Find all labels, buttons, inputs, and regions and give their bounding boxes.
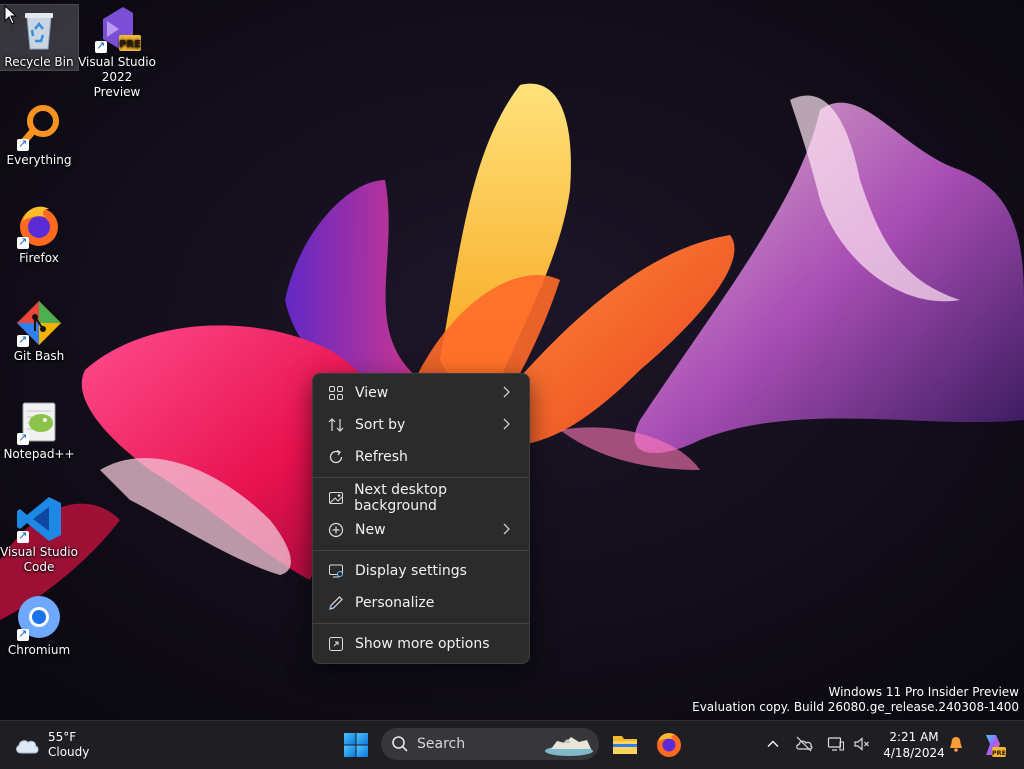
chromium-icon (15, 593, 63, 641)
menu-item-next-desktop-background[interactable]: Next desktop background (317, 482, 525, 514)
shortcut-arrow-icon (95, 38, 107, 53)
desktop-icon-label: Everything (6, 153, 72, 167)
desktop-context-menu: View Sort by Refresh Next desktop backgr… (312, 373, 530, 664)
menu-item-show-more-options[interactable]: Show more options (317, 628, 525, 660)
shortcut-arrow-icon (17, 528, 29, 543)
desktop-icon-label: Notepad++ (3, 447, 75, 461)
chevron-right-icon (503, 523, 510, 535)
new-plus-icon (327, 521, 345, 539)
shortcut-arrow-icon (17, 136, 29, 151)
pen-icon (327, 594, 345, 612)
sort-icon (327, 416, 345, 434)
vscode-icon (15, 495, 63, 543)
notification-bell-icon[interactable] (947, 735, 965, 753)
desktop-icon-notepad-plus-plus[interactable]: Notepad++ (0, 397, 78, 462)
desktop-icon-vscode[interactable]: Visual Studio Code (0, 495, 78, 575)
desktop-icon-label: Firefox (19, 251, 59, 265)
shortcut-arrow-icon (17, 332, 29, 347)
clock-time: 2:21 AM (889, 730, 939, 744)
weather-condition: Cloudy (48, 745, 90, 759)
desktop-icon-label: Recycle Bin (4, 55, 74, 69)
evaluation-watermark: Windows 11 Pro Insider Preview Evaluatio… (692, 685, 1019, 715)
desktop-icon-label: Visual Studio 2022 Preview (78, 55, 156, 99)
menu-separator (313, 623, 529, 624)
notepad-plus-plus-icon (15, 397, 63, 445)
shortcut-arrow-icon (17, 234, 29, 249)
windows-logo-icon (344, 733, 368, 757)
menu-separator (313, 477, 529, 478)
search-label: Search (417, 736, 466, 752)
chevron-up-icon[interactable] (764, 735, 782, 753)
desktop-icon-label: Chromium (7, 643, 71, 657)
svg-text:PRE: PRE (992, 749, 1006, 757)
shortcut-arrow-icon (17, 430, 29, 445)
desktop-icon-chromium[interactable]: Chromium (0, 593, 78, 658)
menu-item-view[interactable]: View (317, 377, 525, 409)
menu-item-new[interactable]: New (317, 514, 525, 546)
menu-item-label: Next desktop background (354, 482, 447, 514)
menu-item-refresh[interactable]: Refresh (317, 441, 525, 473)
firefox-icon (15, 201, 63, 249)
everything-search-icon (15, 103, 63, 151)
taskbar: 55°F Cloudy Search 2:21 AM 4/18/2024 PRE (0, 720, 1024, 769)
chevron-right-icon (503, 386, 510, 398)
menu-item-label: Show more options (355, 636, 490, 652)
grid-view-icon (327, 384, 345, 402)
menu-separator (313, 550, 529, 551)
menu-item-label: Refresh (355, 449, 408, 465)
more-options-icon (327, 635, 345, 653)
menu-item-label: Sort by (355, 417, 406, 433)
desktop-icon-git-bash[interactable]: Git Bash (0, 299, 78, 364)
desktop-icon-visual-studio[interactable]: PRE Visual Studio 2022 Preview (78, 5, 156, 100)
refresh-icon (327, 448, 345, 466)
firefox-taskbar-icon[interactable] (655, 730, 683, 758)
shortcut-arrow-icon (17, 626, 29, 641)
mouse-cursor-icon (4, 5, 18, 25)
desktop-icon-everything[interactable]: Everything (0, 103, 78, 168)
visual-studio-icon: PRE (93, 5, 141, 53)
search-highlight-illustration-icon (545, 737, 593, 756)
menu-item-display-settings[interactable]: Display settings (317, 555, 525, 587)
file-explorer-icon[interactable] (611, 730, 639, 758)
svg-text:PRE: PRE (119, 39, 141, 50)
desktop-icon-firefox[interactable]: Firefox (0, 201, 78, 266)
onedrive-offline-icon[interactable] (795, 735, 813, 753)
watermark-line-2: Evaluation copy. Build 26080.ge_release.… (692, 700, 1019, 714)
recycle-bin-icon (15, 5, 63, 53)
copilot-icon[interactable]: PRE (980, 732, 1006, 758)
weather-widget[interactable]: 55°F Cloudy (14, 729, 89, 761)
start-button[interactable] (341, 731, 371, 759)
menu-item-label: Personalize (355, 595, 435, 611)
menu-item-sort-by[interactable]: Sort by (317, 409, 525, 441)
git-bash-icon (15, 299, 63, 347)
cloud-icon (16, 740, 39, 754)
next-background-icon (327, 489, 344, 507)
watermark-line-1: Windows 11 Pro Insider Preview (828, 685, 1019, 699)
weather-temperature: 55°F (48, 730, 77, 744)
menu-item-personalize[interactable]: Personalize (317, 587, 525, 619)
display-network-icon[interactable] (827, 735, 845, 753)
clock-date: 4/18/2024 (883, 746, 945, 760)
menu-item-label: New (355, 522, 386, 538)
taskbar-search-box[interactable]: Search (381, 728, 599, 760)
desktop-icon-label: Visual Studio Code (0, 545, 78, 574)
taskbar-clock[interactable]: 2:21 AM 4/18/2024 (876, 729, 952, 761)
chevron-right-icon (503, 418, 510, 430)
search-icon (392, 736, 408, 752)
volume-muted-icon[interactable] (853, 735, 871, 753)
desktop-icon-label: Git Bash (13, 349, 65, 363)
menu-item-label: View (355, 385, 389, 401)
display-settings-icon (327, 562, 345, 580)
menu-item-label: Display settings (355, 563, 467, 579)
